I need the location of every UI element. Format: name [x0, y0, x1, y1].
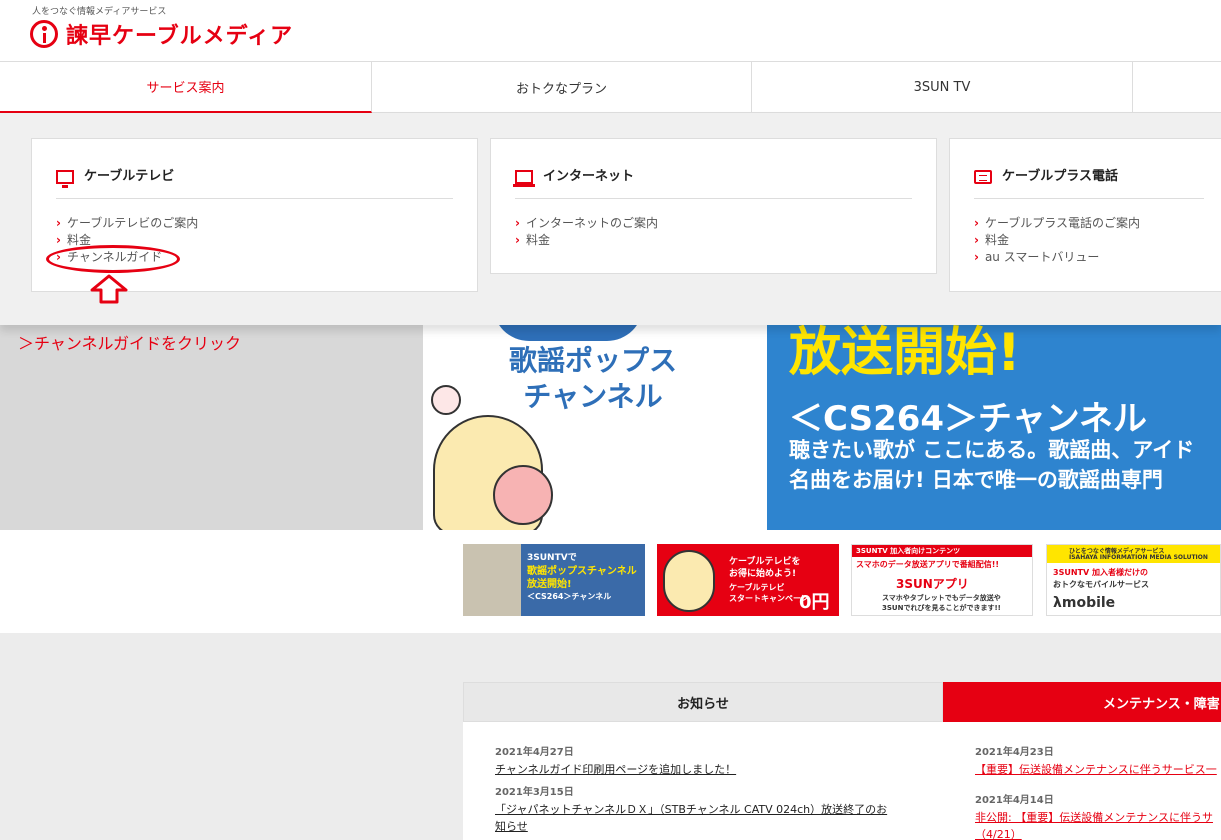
banner-text: 3SUNTV 加入者様だけの — [1053, 568, 1148, 577]
link-internet-guide[interactable]: インターネットのご案内 — [515, 215, 912, 232]
card-phone: ケーブルプラス電話 ケーブルプラス電話のご案内 料金 au スマートバリュー — [949, 138, 1221, 292]
card-links: ケーブルプラス電話のご案内 料金 au スマートバリュー — [974, 199, 1204, 266]
banner-start-campaign[interactable]: ケーブルテレビを お得に始めよう! ケーブルテレビ スタートキャンペーン 0円 — [657, 544, 839, 616]
hero-headline: 放送開始! — [789, 325, 1021, 383]
card-head-phone: ケーブルプラス電話 — [974, 139, 1204, 199]
link-phone-guide[interactable]: ケーブルプラス電話のご案内 — [974, 215, 1204, 232]
logo-mark-icon — [30, 20, 58, 48]
banner-text: スマホのデータ放送アプリで番組配信!! — [856, 560, 1000, 569]
card-internet: インターネット インターネットのご案内 料金 — [490, 138, 937, 274]
maintenance-date: 2021年4月23日 — [975, 747, 1054, 758]
banner-text: スマホやタブレットでもデータ放送や — [882, 594, 1001, 602]
link-cable-tv-guide[interactable]: ケーブルテレビのご案内 — [56, 215, 453, 232]
banner-text: 3SUNTV 加入者向けコンテンツ — [856, 547, 961, 555]
banner-text: 放送開始! — [527, 579, 572, 590]
news-date: 2021年3月15日 — [495, 787, 574, 798]
site-header: 人をつなぐ情報メディアサービス 諫早ケーブルメディア — [0, 0, 1221, 62]
banner-text: 3SUNでれびを見ることができます!! — [882, 604, 1001, 612]
maintenance-link-cont[interactable]: （4/21） — [975, 826, 1213, 840]
card-head-internet: インターネット — [513, 139, 912, 199]
banner-mascot — [663, 550, 715, 612]
banner-mobile[interactable]: ひとをつなぐ情報メディアサービス ISAHAYA INFORMATION MED… — [1046, 544, 1221, 616]
up-arrow-icon — [90, 274, 128, 304]
news-link[interactable]: 「ジャパネットチャンネルＤＸ」（STBチャンネル CATV 024ch）放送終了… — [495, 801, 887, 818]
mascot-mouth — [493, 465, 553, 525]
channel-title: 歌謡ポップス チャンネル — [509, 343, 677, 415]
banner-text: ISAHAYA INFORMATION MEDIA SOLUTION — [1069, 554, 1208, 561]
hero-channel-number: ＜CS264＞チャンネル — [789, 399, 1148, 439]
tab-services[interactable]: サービス案内 — [0, 62, 372, 113]
news-title: お知らせ — [463, 682, 943, 722]
site-logo[interactable]: 諫早ケーブルメディア — [30, 18, 293, 50]
card-title: ケーブルテレビ — [84, 169, 175, 184]
laptop-icon — [513, 170, 535, 187]
tab-3sun-tv[interactable]: 3SUN TV — [752, 62, 1133, 113]
maintenance-item: 2021年4月23日 【重要】伝送設備メンテナンスに伴うサービス一 — [975, 744, 1217, 778]
card-title: インターネット — [543, 169, 635, 184]
maintenance-link[interactable]: 【重要】伝送設備メンテナンスに伴うサービス一 — [975, 761, 1217, 778]
phone-icon — [974, 170, 992, 184]
news-date: 2021年4月27日 — [495, 747, 574, 758]
news-link[interactable]: チャンネルガイド印刷用ページを追加しました！ — [495, 761, 736, 778]
services-dropdown: ケーブルテレビ ケーブルテレビのご案内 料金 チャンネルガイド インターネット … — [0, 113, 1221, 325]
hero-desc-line2: 名曲をお届け! 日本で唯一の歌謡曲専門 — [789, 468, 1163, 492]
channel-title-line2: チャンネル — [523, 380, 663, 413]
news-item: 2021年3月15日 「ジャパネットチャンネルＤＸ」（STBチャンネル CATV… — [495, 784, 887, 835]
link-internet-price[interactable]: 料金 — [515, 232, 912, 249]
logo-text: 諫早ケーブルメディア — [66, 24, 294, 49]
banner-text: λmobile — [1053, 595, 1116, 611]
maintenance-item: 2021年4月14日 非公開: 【重要】伝送設備メンテナンスに伴うサ （4/21… — [975, 792, 1213, 840]
tagline: 人をつなぐ情報メディアサービス — [32, 7, 167, 17]
hero-banner[interactable]: 歌謡ポップス チャンネル 放送開始! ＜CS264＞チャンネル 聴きたい歌が こ… — [423, 325, 1221, 530]
instruction-text: ＞チャンネルガイドをクリック — [18, 334, 242, 353]
link-au-smart-value[interactable]: au スマートバリュー — [974, 249, 1204, 266]
banner-thumb — [463, 544, 521, 616]
banner-text: ＜CS264＞チャンネル — [527, 592, 612, 601]
banner-price: 0円 — [799, 592, 830, 613]
banner-3sun-app[interactable]: 3SUNTV 加入者向けコンテンツ スマホのデータ放送アプリで番組配信!! 3S… — [851, 544, 1033, 616]
banner-text: 3SUNアプリ — [896, 577, 969, 591]
hero-illustration: 歌謡ポップス チャンネル — [423, 325, 767, 530]
link-phone-price[interactable]: 料金 — [974, 232, 1204, 249]
maintenance-date: 2021年4月14日 — [975, 795, 1054, 806]
banner-kayo-pops[interactable]: 3SUNTVで 歌謡ポップスチャンネル 放送開始! ＜CS264＞チャンネル — [463, 544, 645, 616]
hero-description: 聴きたい歌が ここにある。歌謡曲、アイド 名曲をお届け! 日本で唯一の歌謡曲専門 — [789, 435, 1194, 495]
maintenance-title: メンテナンス・障害 — [943, 682, 1221, 722]
channel-title-line1: 歌謡ポップス — [509, 344, 678, 377]
flower-icon — [431, 385, 461, 415]
highlight-ring — [46, 245, 180, 273]
banner-text: お得に始めよう! — [729, 569, 797, 579]
news-link-cont[interactable]: 知らせ — [495, 818, 887, 835]
hero-blue-panel: 放送開始! ＜CS264＞チャンネル 聴きたい歌が ここにある。歌謡曲、アイド … — [767, 325, 1221, 530]
main-nav: サービス案内 おトクなプラン 3SUN TV — [0, 62, 1221, 113]
maintenance-section: メンテナンス・障害 2021年4月23日 【重要】伝送設備メンテナンスに伴うサー… — [943, 682, 1221, 840]
hero-desc-line1: 聴きたい歌が ここにある。歌謡曲、アイド — [789, 438, 1195, 462]
banner-text: スタートキャンペーン — [729, 594, 809, 603]
card-links: インターネットのご案内 料金 — [515, 199, 912, 249]
tab-plans[interactable]: おトクなプラン — [372, 62, 752, 113]
banner-text: おトクなモバイルサービス — [1053, 580, 1149, 589]
tab-more[interactable] — [1133, 62, 1221, 113]
maintenance-link[interactable]: 非公開: 【重要】伝送設備メンテナンスに伴うサ — [975, 809, 1213, 826]
news-item: 2021年4月27日 チャンネルガイド印刷用ページを追加しました！ — [495, 744, 736, 778]
card-title: ケーブルプラス電話 — [1002, 169, 1118, 184]
hero-left-panel — [0, 325, 423, 530]
banner-text: ケーブルテレビ — [729, 583, 785, 592]
news-section: お知らせ 2021年4月27日 チャンネルガイド印刷用ページを追加しました！ 2… — [463, 682, 943, 840]
tv-icon — [56, 170, 74, 188]
banner-strip: 3SUNTVで 歌謡ポップスチャンネル 放送開始! ＜CS264＞チャンネル ケ… — [0, 530, 1221, 633]
bowl-shape — [493, 325, 643, 341]
card-head-cable-tv: ケーブルテレビ — [56, 139, 453, 199]
